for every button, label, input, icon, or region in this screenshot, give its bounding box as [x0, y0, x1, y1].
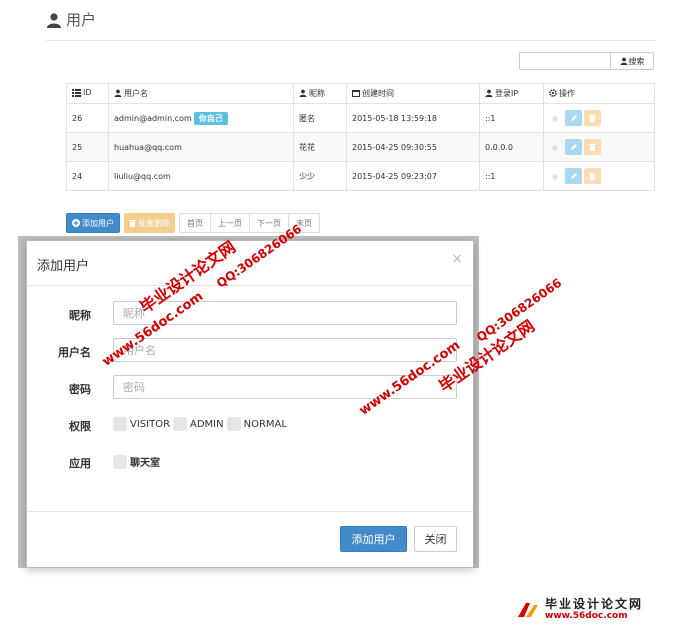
self-badge: 你自己 — [193, 111, 228, 125]
trash-icon — [589, 144, 596, 151]
edit-button[interactable] — [565, 168, 582, 184]
delete-button[interactable] — [584, 139, 601, 155]
checkbox-box[interactable] — [113, 417, 127, 431]
cell-login-ip: ::1 — [479, 161, 544, 191]
apps-label: 应用 — [69, 457, 91, 470]
page-prev-button[interactable]: 上一页 — [210, 213, 250, 233]
modal-footer-divider — [27, 511, 473, 512]
column-header-created: 创建时间 — [346, 83, 480, 104]
cell-id: 24 — [66, 161, 109, 191]
checkbox-box[interactable] — [173, 417, 188, 431]
calendar-icon — [352, 90, 360, 98]
user-icon — [47, 12, 61, 28]
cell-username: admin@admin.com 你自己 — [108, 103, 294, 133]
column-header-nickname: 昵称 — [293, 83, 347, 104]
cell-nickname: 匿名 — [293, 103, 347, 133]
permission-visitor-checkbox[interactable]: VISITOR — [113, 417, 170, 431]
cell-nickname: 花花 — [293, 132, 347, 162]
plus-circle-icon — [72, 219, 80, 227]
table-row: 26 admin@admin.com 你自己 匿名 2015-05-18 13:5… — [66, 103, 655, 133]
add-user-modal: 添加用户 × 昵称 用户名 密码 权限 VISITOR ADMIN NORMAL… — [26, 240, 474, 568]
trash-icon — [129, 220, 136, 227]
add-user-button[interactable]: 添加用户 — [66, 213, 120, 233]
pencil-icon — [570, 144, 577, 150]
user-icon — [620, 57, 627, 65]
cell-created: 2015-04-25 09:30:55 — [346, 132, 480, 162]
table-row: 24 liuliu@qq.com 少少 2015-04-25 09:23:07 … — [66, 161, 655, 191]
cell-actions: ◉ — [543, 103, 655, 133]
modal-header-divider — [27, 285, 473, 286]
password-label: 密码 — [69, 383, 91, 396]
user-icon — [299, 89, 307, 98]
nickname-label: 昵称 — [69, 309, 91, 322]
modal-close-button[interactable]: × — [451, 251, 463, 267]
edit-button[interactable] — [565, 110, 582, 126]
cell-actions: ◉ — [543, 132, 655, 162]
username-label: 用户名 — [58, 346, 91, 359]
table-header-row: ID 用户名 昵称 创建时间 登录IP 操作 — [66, 83, 655, 104]
view-icon[interactable]: ◉ — [549, 112, 561, 124]
modal-title: 添加用户 — [37, 259, 90, 274]
user-icon — [485, 89, 493, 98]
gear-icon — [549, 89, 557, 98]
cell-login-ip: 0.0.0.0 — [479, 132, 544, 162]
column-header-login-ip: 登录IP — [479, 83, 544, 104]
search-button[interactable]: 搜索 — [611, 52, 654, 70]
search-input[interactable] — [519, 52, 611, 70]
pencil-icon — [570, 115, 577, 121]
delete-button[interactable] — [584, 110, 601, 126]
trash-icon — [589, 115, 596, 122]
close-modal-button[interactable]: 关闭 — [414, 526, 457, 552]
cell-created: 2015-05-18 13:59:18 — [346, 103, 480, 133]
view-icon[interactable]: ◉ — [549, 170, 561, 182]
page-title: 用户 — [46, 9, 96, 30]
cell-created: 2015-04-25 09:23:07 — [346, 161, 480, 191]
table-row: 25 huahua@qq.com 花花 2015-04-25 09:30:55 … — [66, 132, 655, 162]
permission-normal-checkbox[interactable]: NORMAL — [226, 417, 287, 431]
logo-name: 毕业设计论文网 — [545, 597, 644, 611]
column-header-actions: 操作 — [543, 83, 655, 104]
cell-id: 26 — [66, 103, 109, 133]
permissions-group: VISITOR ADMIN NORMAL — [113, 417, 290, 431]
pencil-icon — [570, 173, 577, 179]
apps-group: 聊天室 — [113, 454, 163, 469]
cell-login-ip: ::1 — [479, 103, 544, 133]
column-header-id: ID — [66, 83, 109, 104]
view-icon[interactable]: ◉ — [549, 141, 561, 153]
permissions-label: 权限 — [69, 420, 91, 433]
batch-delete-button[interactable]: 批量删除 — [124, 213, 175, 233]
checkbox-box[interactable] — [226, 417, 241, 431]
page-first-button[interactable]: 首页 — [179, 213, 211, 233]
cell-nickname: 少少 — [293, 161, 347, 191]
permission-admin-checkbox[interactable]: ADMIN — [173, 417, 224, 431]
username-input[interactable] — [113, 338, 457, 362]
delete-button[interactable] — [584, 168, 601, 184]
user-table: ID 用户名 昵称 创建时间 登录IP 操作 26 admin@admin.co… — [66, 83, 655, 191]
checkbox-box[interactable] — [113, 454, 127, 469]
site-logo: 毕业设计论文网 www.56doc.com — [516, 598, 643, 621]
column-header-username: 用户名 — [108, 83, 294, 104]
submit-add-user-button[interactable]: 添加用户 — [340, 526, 407, 552]
trash-icon — [589, 173, 596, 180]
cell-id: 25 — [66, 132, 109, 162]
cell-username: liuliu@qq.com — [108, 161, 294, 191]
page-title-text: 用户 — [66, 11, 97, 29]
app-chatroom-checkbox[interactable]: 聊天室 — [113, 454, 160, 469]
list-icon — [72, 88, 81, 97]
edit-button[interactable] — [565, 139, 582, 155]
user-icon — [114, 89, 122, 98]
cell-actions: ◉ — [543, 161, 655, 191]
logo-url: www.56doc.com — [545, 611, 628, 621]
logo-mark-icon — [518, 602, 538, 617]
search-button-label: 搜索 — [628, 56, 645, 66]
cell-username: huahua@qq.com — [108, 132, 294, 162]
title-divider — [46, 40, 656, 41]
table-toolbar: 添加用户 批量删除 首页 上一页 下一页 末页 — [66, 213, 320, 233]
